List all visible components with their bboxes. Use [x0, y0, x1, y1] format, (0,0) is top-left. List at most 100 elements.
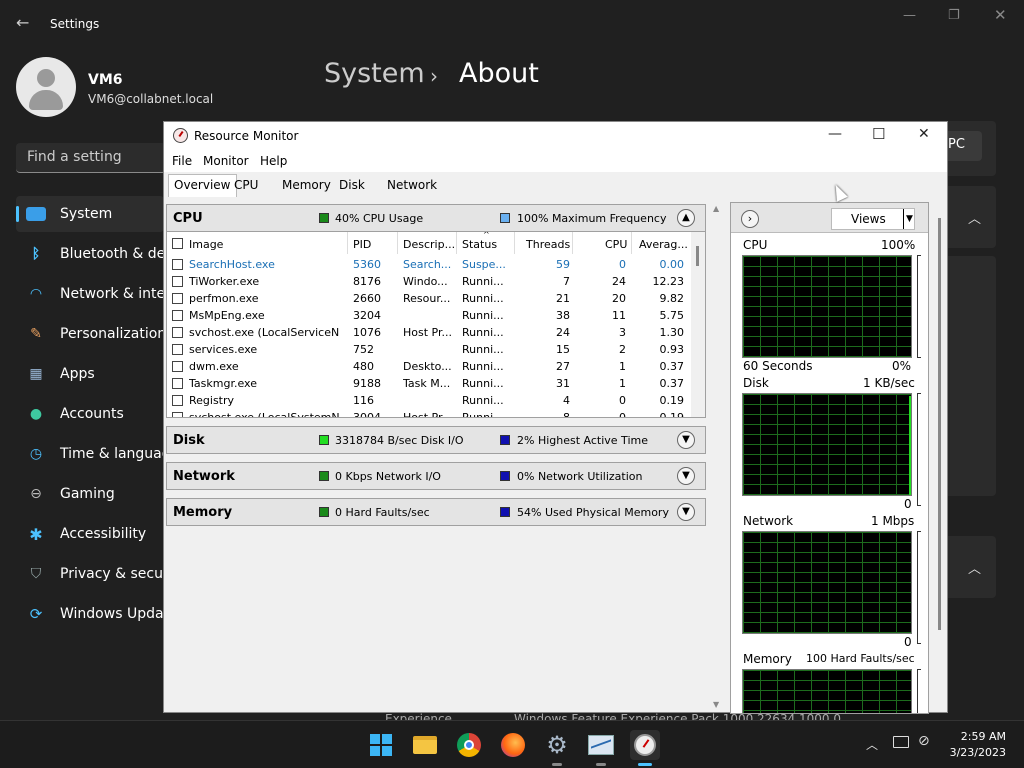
- maximize-icon[interactable]: ❐: [948, 8, 960, 23]
- tab-disk[interactable]: Disk: [339, 178, 365, 192]
- row-checkbox[interactable]: [172, 293, 183, 304]
- row-checkbox[interactable]: [172, 310, 183, 321]
- scroll-up-icon[interactable]: ▲: [713, 204, 719, 213]
- memory-section-header[interactable]: Memory 0 Hard Faults/sec 54% Used Physic…: [166, 498, 706, 526]
- resmon-app-icon: [173, 128, 188, 143]
- minimize-icon[interactable]: —: [828, 126, 842, 142]
- file-explorer-icon[interactable]: [410, 730, 440, 760]
- sidebar-item-gaming[interactable]: ⊖ Gaming: [16, 476, 164, 512]
- cpu-section-header[interactable]: CPU 40% CPU Usage 100% Maximum Frequency…: [166, 204, 706, 232]
- sidebar-item-windows-update[interactable]: ⟳ Windows Update: [16, 596, 164, 632]
- chevron-up-icon[interactable]: ︿: [968, 208, 981, 227]
- row-checkbox[interactable]: [172, 344, 183, 355]
- select-all-checkbox[interactable]: [172, 238, 183, 249]
- settings-gear-icon[interactable]: ⚙: [542, 730, 572, 766]
- close-icon[interactable]: ✕: [918, 126, 930, 142]
- sidebar-item-network[interactable]: ◠ Network & internet: [16, 276, 164, 312]
- row-checkbox[interactable]: [172, 412, 183, 417]
- breadcrumb-parent[interactable]: System: [324, 58, 425, 89]
- chevron-up-icon[interactable]: ▲: [677, 209, 695, 227]
- chevron-down-icon[interactable]: ▼: [677, 467, 695, 485]
- scrollbar-thumb[interactable]: [938, 218, 941, 630]
- table-row[interactable]: Registry 116 Runni... 4 0 0.19: [167, 392, 689, 409]
- chevron-down-icon[interactable]: ▼: [677, 431, 695, 449]
- table-row[interactable]: MsMpEng.exe 3204 Runni... 38 11 5.75: [167, 307, 689, 324]
- row-checkbox[interactable]: [172, 327, 183, 338]
- sidebar-item-system[interactable]: System: [16, 196, 164, 232]
- system-clock[interactable]: 2:59 AM 3/23/2023: [950, 730, 1006, 759]
- scroll-down-icon[interactable]: ▼: [713, 700, 719, 709]
- sidebar-item-bluetooth[interactable]: ᛒ Bluetooth & devices: [16, 236, 164, 272]
- volume-muted-icon[interactable]: ⊘: [918, 733, 930, 749]
- perfmon-icon[interactable]: [630, 730, 660, 766]
- col-description[interactable]: Descrip...: [403, 238, 455, 251]
- windows-start-icon[interactable]: [366, 730, 396, 760]
- search-input[interactable]: Find a setting: [16, 143, 166, 173]
- chevron-down-icon[interactable]: ▼: [903, 209, 915, 229]
- views-dropdown[interactable]: Views ▼: [831, 208, 915, 230]
- close-icon[interactable]: ✕: [994, 6, 1007, 24]
- row-checkbox[interactable]: [172, 259, 183, 270]
- row-checkbox[interactable]: [172, 395, 183, 406]
- chevron-up-icon[interactable]: ︿: [968, 558, 981, 577]
- minimize-icon[interactable]: —: [903, 8, 916, 23]
- back-arrow-icon[interactable]: ←: [16, 13, 29, 32]
- scrollbar-thumb[interactable]: [696, 246, 699, 266]
- col-pid[interactable]: PID: [353, 238, 371, 251]
- sidebar-item-personalization[interactable]: ✎ Personalization: [16, 316, 164, 352]
- table-row[interactable]: svchost.exe (LocalSystemNet... 3004 Host P…: [167, 409, 689, 418]
- resmon-chart-icon[interactable]: [586, 730, 616, 766]
- tab-cpu[interactable]: CPU: [234, 178, 258, 192]
- sidebar-item-accounts[interactable]: ● Accounts: [16, 396, 164, 432]
- wifi-icon: ◠: [29, 286, 43, 302]
- col-image[interactable]: Image: [189, 238, 223, 251]
- sidebar-item-privacy[interactable]: ⛉ Privacy & security: [16, 556, 164, 592]
- chevron-up-icon[interactable]: ︿: [866, 736, 878, 753]
- sidebar-item-time-language[interactable]: ◷ Time & language: [16, 436, 164, 472]
- table-cell: dwm.exe: [189, 360, 239, 373]
- avatar[interactable]: [16, 57, 76, 117]
- table-row[interactable]: TiWorker.exe 8176 Windo... Runni... 7 24 12.23: [167, 273, 689, 290]
- sidebar-item-apps[interactable]: ▦ Apps: [16, 356, 164, 392]
- row-checkbox[interactable]: [172, 361, 183, 372]
- menu-monitor[interactable]: Monitor: [203, 154, 249, 168]
- col-cpu[interactable]: CPU: [605, 238, 627, 251]
- table-row[interactable]: Taskmgr.exe 9188 Task M... Runni... 31 1 0.37: [167, 375, 689, 392]
- graph-panel-scrollbar[interactable]: [934, 202, 946, 712]
- network-status-icon[interactable]: [893, 736, 909, 748]
- collapse-pane-icon[interactable]: ›: [741, 210, 759, 228]
- maximize-icon[interactable]: ☐: [872, 125, 885, 143]
- table-cell: Windo...: [403, 275, 448, 288]
- breadcrumb-separator: ›: [430, 64, 438, 88]
- cpu-table-scrollbar[interactable]: [691, 232, 705, 417]
- chrome-icon[interactable]: [454, 730, 484, 760]
- tab-memory[interactable]: Memory: [282, 178, 331, 192]
- disk-graph-label: Disk: [743, 376, 769, 390]
- network-section-header[interactable]: Network 0 Kbps Network I/O 0% Network Ut…: [166, 462, 706, 490]
- table-row[interactable]: dwm.exe 480 Deskto... Runni... 27 1 0.37: [167, 358, 689, 375]
- table-row[interactable]: services.exe 752 Runni... 15 2 0.93: [167, 341, 689, 358]
- firefox-icon[interactable]: [498, 730, 528, 760]
- sidebar-item-accessibility[interactable]: ✱ Accessibility: [16, 516, 164, 552]
- disk-section-header[interactable]: Disk 3318784 B/sec Disk I/O 2% Highest A…: [166, 426, 706, 454]
- network-graph-min: 0: [904, 635, 912, 649]
- chevron-down-icon[interactable]: ▼: [677, 503, 695, 521]
- overview-scrollbar[interactable]: ▲ ▼: [710, 204, 724, 712]
- menu-file[interactable]: File: [172, 154, 192, 168]
- table-cell: Host Pr...: [403, 411, 452, 418]
- col-average[interactable]: Averag...: [639, 238, 688, 251]
- table-cell: Runni...: [462, 377, 504, 390]
- menu-help[interactable]: Help: [260, 154, 287, 168]
- col-status[interactable]: Status: [462, 238, 497, 251]
- table-row[interactable]: perfmon.exe 2660 Resour... Runni... 21 20 9.82: [167, 290, 689, 307]
- tab-network[interactable]: Network: [387, 178, 437, 192]
- col-threads[interactable]: Threads: [526, 238, 570, 251]
- tab-overview[interactable]: Overview: [168, 174, 237, 197]
- table-cell: 0.00: [659, 258, 685, 271]
- row-checkbox[interactable]: [172, 276, 183, 287]
- table-cell: 38: [556, 309, 570, 322]
- table-row[interactable]: SearchHost.exe 5360 Search... Suspe... 59 0 0.…: [167, 256, 689, 273]
- table-row[interactable]: svchost.exe (LocalServiceNo... 1076 Host P…: [167, 324, 689, 341]
- table-cell: 7: [563, 275, 570, 288]
- row-checkbox[interactable]: [172, 378, 183, 389]
